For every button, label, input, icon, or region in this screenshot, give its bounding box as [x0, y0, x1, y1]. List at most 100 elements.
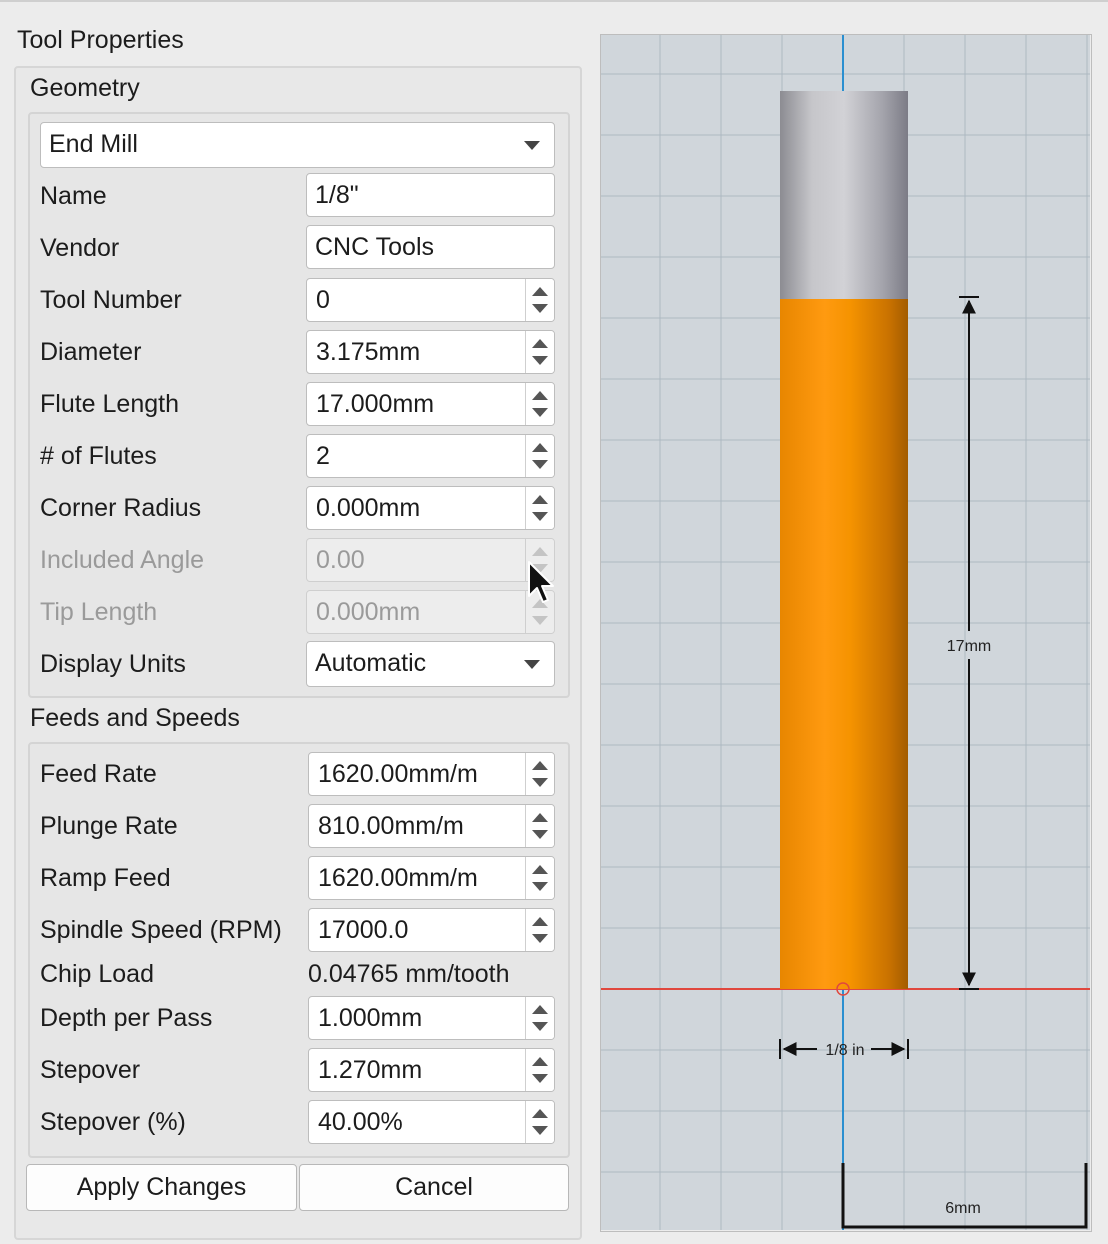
arrow-down-icon[interactable]	[532, 408, 548, 417]
ramp-feed-field[interactable]: 1620.00mm/m	[308, 856, 555, 900]
diameter-field[interactable]: 3.175mm	[306, 330, 555, 374]
stepover-pct-stepper[interactable]	[525, 1101, 554, 1143]
vendor-label: Vendor	[40, 234, 120, 262]
scale-dimension-label: 6mm	[945, 1200, 981, 1217]
feeds-section-title: Feeds and Speeds	[30, 704, 240, 732]
arrow-up-icon[interactable]	[532, 443, 548, 452]
plunge-rate-label: Plunge Rate	[40, 812, 178, 840]
plunge-rate-value: 810.00mm/m	[318, 812, 464, 840]
arrow-up-icon[interactable]	[532, 1057, 548, 1066]
panel-title: Tool Properties	[17, 26, 184, 54]
arrow-up-icon[interactable]	[532, 495, 548, 504]
arrow-down-icon[interactable]	[532, 1074, 548, 1083]
arrow-down-icon[interactable]	[532, 356, 548, 365]
tool-number-label: Tool Number	[40, 286, 182, 314]
included-angle-value: 0.00	[316, 546, 365, 574]
arrow-up-icon[interactable]	[532, 813, 548, 822]
depth-per-pass-stepper[interactable]	[525, 997, 554, 1039]
window-top-rule	[0, 0, 1108, 2]
stepover-field[interactable]: 1.270mm	[308, 1048, 555, 1092]
ramp-feed-label: Ramp Feed	[40, 864, 171, 892]
chevron-down-icon	[524, 141, 540, 150]
arrow-up-icon[interactable]	[532, 865, 548, 874]
arrow-down-icon[interactable]	[532, 304, 548, 313]
spindle-speed-label: Spindle Speed (RPM)	[40, 916, 282, 944]
name-label: Name	[40, 182, 107, 210]
vendor-field[interactable]: CNC Tools	[306, 225, 555, 269]
feed-rate-value: 1620.00mm/m	[318, 760, 478, 788]
flute-length-stepper[interactable]	[525, 383, 554, 425]
spindle-speed-stepper[interactable]	[525, 909, 554, 951]
tip-length-field: 0.000mm	[306, 590, 555, 634]
depth-per-pass-label: Depth per Pass	[40, 1004, 213, 1032]
arrow-up-icon	[532, 547, 548, 556]
tool-type-dropdown[interactable]: End Mill	[40, 122, 555, 168]
arrow-up-icon[interactable]	[532, 287, 548, 296]
corner-radius-stepper[interactable]	[525, 487, 554, 529]
tool-preview-canvas: 17mm 1/8 in 6mm	[601, 35, 1090, 1230]
tool-number-stepper[interactable]	[525, 279, 554, 321]
diameter-label: Diameter	[40, 338, 142, 366]
diameter-value: 3.175mm	[316, 338, 421, 366]
geometry-section-title: Geometry	[30, 74, 140, 102]
tool-number-field[interactable]: 0	[306, 278, 555, 322]
tool-preview-viewport[interactable]: 17mm 1/8 in 6mm	[600, 34, 1092, 1232]
depth-per-pass-value: 1.000mm	[318, 1004, 423, 1032]
plunge-rate-stepper[interactable]	[525, 805, 554, 847]
plunge-rate-field[interactable]: 810.00mm/m	[308, 804, 555, 848]
arrow-up-icon[interactable]	[532, 761, 548, 770]
corner-radius-value: 0.000mm	[316, 494, 421, 522]
stepover-stepper[interactable]	[525, 1049, 554, 1091]
included-angle-label: Included Angle	[40, 546, 205, 574]
arrow-down-icon[interactable]	[532, 1126, 548, 1135]
feed-rate-stepper[interactable]	[525, 753, 554, 795]
flutes-field[interactable]: 2	[306, 434, 555, 478]
stepover-value: 1.270mm	[318, 1056, 423, 1084]
tool-shank	[780, 91, 908, 299]
apply-changes-button[interactable]: Apply Changes	[26, 1164, 297, 1211]
flute-length-field[interactable]: 17.000mm	[306, 382, 555, 426]
tip-length-value: 0.000mm	[316, 598, 421, 626]
mouse-cursor-icon	[528, 561, 554, 603]
flutes-stepper[interactable]	[525, 435, 554, 477]
depth-per-pass-field[interactable]: 1.000mm	[308, 996, 555, 1040]
stepover-pct-label: Stepover (%)	[40, 1108, 186, 1136]
tip-length-label: Tip Length	[40, 598, 158, 626]
feed-rate-field[interactable]: 1620.00mm/m	[308, 752, 555, 796]
ramp-feed-stepper[interactable]	[525, 857, 554, 899]
display-units-dropdown[interactable]: Automatic	[306, 641, 555, 687]
arrow-down-icon[interactable]	[532, 934, 548, 943]
arrow-up-icon[interactable]	[532, 1005, 548, 1014]
chip-load-label: Chip Load	[40, 960, 154, 988]
spindle-speed-field[interactable]: 17000.0	[308, 908, 555, 952]
display-units-value: Automatic	[315, 649, 427, 677]
flute-length-dimension-label: 17mm	[947, 638, 991, 655]
arrow-down-icon[interactable]	[532, 830, 548, 839]
arrow-up-icon[interactable]	[532, 1109, 548, 1118]
feed-rate-label: Feed Rate	[40, 760, 157, 788]
tool-number-value: 0	[316, 286, 330, 314]
corner-radius-field[interactable]: 0.000mm	[306, 486, 555, 530]
arrow-down-icon[interactable]	[532, 512, 548, 521]
cancel-button[interactable]: Cancel	[299, 1164, 569, 1211]
flute-length-value: 17.000mm	[316, 390, 435, 418]
arrow-up-icon[interactable]	[532, 339, 548, 348]
display-units-label: Display Units	[40, 650, 186, 678]
chevron-down-icon	[524, 660, 540, 669]
diameter-stepper[interactable]	[525, 331, 554, 373]
arrow-up-icon[interactable]	[532, 391, 548, 400]
stepover-pct-value: 40.00%	[318, 1108, 403, 1136]
stepover-pct-field[interactable]: 40.00%	[308, 1100, 555, 1144]
spindle-speed-value: 17000.0	[318, 916, 409, 944]
flutes-value: 2	[316, 442, 330, 470]
flute-length-label: Flute Length	[40, 390, 179, 418]
arrow-down-icon[interactable]	[532, 882, 548, 891]
arrow-up-icon[interactable]	[532, 917, 548, 926]
chip-load-value: 0.04765 mm/tooth	[308, 960, 510, 988]
arrow-down-icon[interactable]	[532, 1022, 548, 1031]
arrow-down-icon[interactable]	[532, 460, 548, 469]
stepover-label: Stepover	[40, 1056, 141, 1084]
arrow-down-icon[interactable]	[532, 778, 548, 787]
name-field[interactable]: 1/8"	[306, 173, 555, 217]
arrow-down-icon	[532, 616, 548, 625]
